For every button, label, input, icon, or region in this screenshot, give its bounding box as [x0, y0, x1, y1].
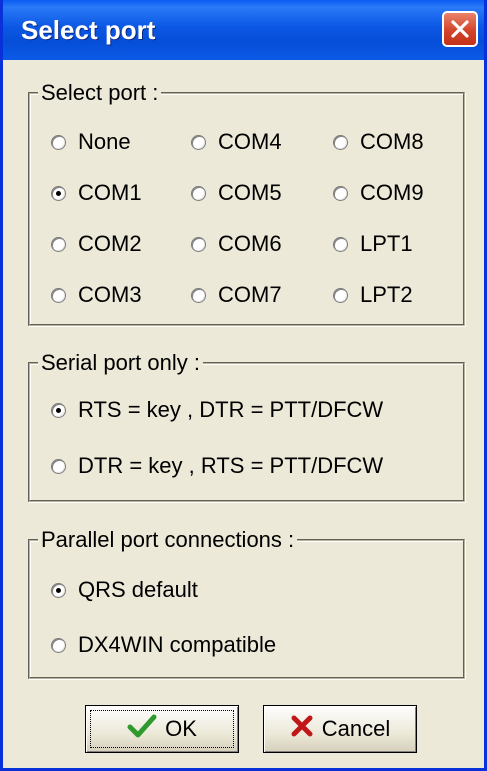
- radio-lpt2[interactable]: LPT2: [333, 282, 413, 308]
- radio-lpt1[interactable]: LPT1: [333, 231, 413, 257]
- radio-com6[interactable]: COM6: [191, 231, 282, 257]
- radio-none[interactable]: None: [51, 129, 131, 155]
- parallel-port-legend: Parallel port connections :: [38, 527, 298, 553]
- radio-circle[interactable]: [333, 134, 348, 150]
- radio-com3[interactable]: COM3: [51, 282, 142, 308]
- radio-com1[interactable]: COM1: [51, 180, 142, 206]
- radio-com8[interactable]: COM8: [333, 129, 424, 155]
- radio-circle[interactable]: [333, 185, 348, 201]
- close-icon: [451, 20, 469, 38]
- close-button[interactable]: [442, 11, 478, 47]
- serial-port-group: Serial port only :: [28, 350, 465, 502]
- radio-rts-key[interactable]: RTS = key , DTR = PTT/DFCW: [51, 397, 383, 423]
- radio-com5[interactable]: COM5: [191, 180, 282, 206]
- radio-circle[interactable]: [191, 185, 206, 201]
- radio-qrs-default[interactable]: QRS default: [51, 577, 198, 603]
- radio-circle[interactable]: [191, 287, 206, 303]
- radio-com9[interactable]: COM9: [333, 180, 424, 206]
- select-port-dialog: Select port Select port : None COM1 COM2…: [0, 0, 487, 771]
- cancel-label: Cancel: [321, 716, 391, 741]
- ok-button[interactable]: OK: [85, 705, 239, 753]
- radio-com4[interactable]: COM4: [191, 129, 282, 155]
- focus-rect: [90, 710, 234, 748]
- radio-circle[interactable]: [333, 287, 348, 303]
- serial-port-legend: Serial port only :: [38, 350, 203, 376]
- title-bar[interactable]: Select port: [3, 0, 484, 60]
- radio-dx4win[interactable]: DX4WIN compatible: [51, 632, 276, 658]
- radio-circle[interactable]: [191, 134, 206, 150]
- radio-circle[interactable]: [51, 287, 66, 303]
- radio-circle-selected[interactable]: [51, 402, 66, 418]
- radio-com2[interactable]: COM2: [51, 231, 142, 257]
- window-title: Select port: [21, 15, 156, 45]
- radio-circle[interactable]: [51, 637, 66, 653]
- select-port-legend: Select port :: [38, 80, 162, 106]
- radio-circle[interactable]: [191, 236, 206, 252]
- radio-circle-selected[interactable]: [51, 582, 66, 598]
- radio-circle[interactable]: [51, 134, 66, 150]
- radio-circle[interactable]: [333, 236, 348, 252]
- x-icon: [290, 714, 314, 744]
- radio-circle[interactable]: [51, 236, 66, 252]
- cancel-button[interactable]: Cancel: [263, 705, 417, 753]
- radio-circle-selected[interactable]: [51, 185, 66, 201]
- radio-dtr-key[interactable]: DTR = key , RTS = PTT/DFCW: [51, 453, 383, 479]
- radio-com7[interactable]: COM7: [191, 282, 282, 308]
- radio-circle[interactable]: [51, 458, 66, 474]
